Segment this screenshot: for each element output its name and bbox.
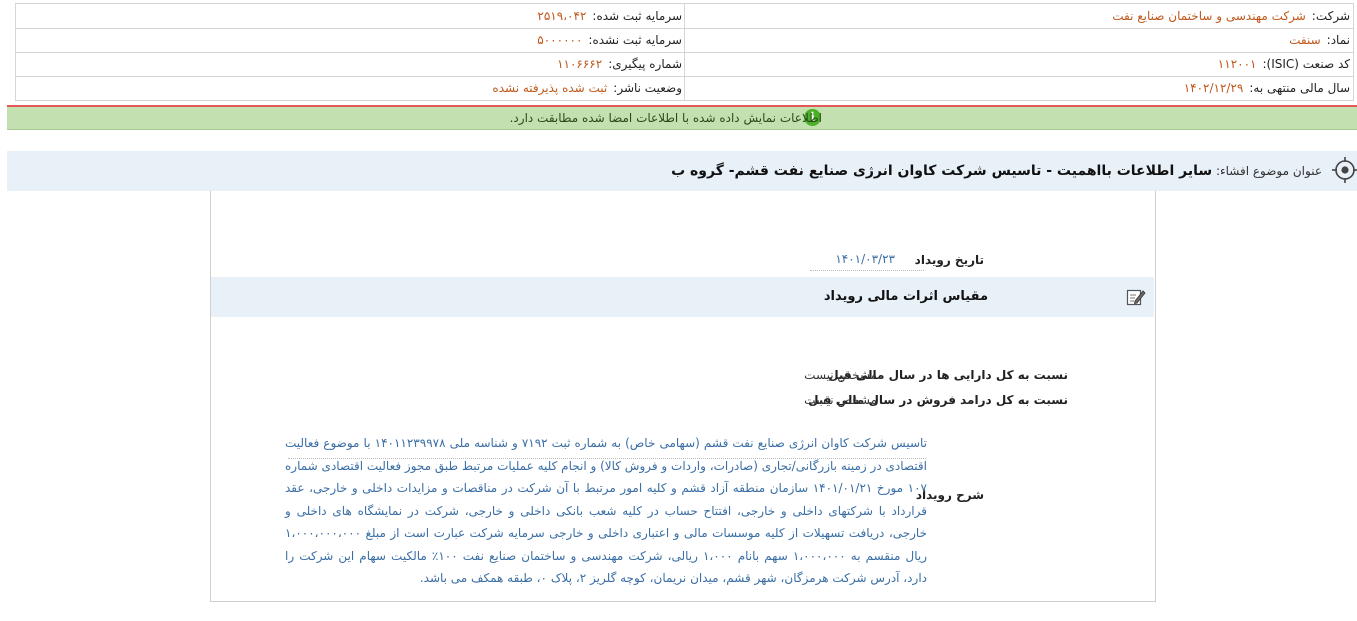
company-row: شرکت: شرکت مهندسی و ساختمان صنایع نفت [1112,4,1350,28]
unregistered-capital-row: سرمایه ثبت نشده: ۵۰۰۰۰۰۰ [537,28,682,52]
registered-capital-label: سرمایه ثبت شده: [592,9,682,23]
fiscal-year-value: ۱۴۰۲/۱۲/۲۹ [1183,81,1244,95]
unregistered-capital-value: ۵۰۰۰۰۰۰ [537,33,583,47]
table-divider [16,76,1353,77]
financial-impact-header: مقیاس اثرات مالی رویداد [211,277,1154,317]
table-divider [16,28,1353,29]
subject-label: عنوان موضوع افشاء: [1215,164,1322,178]
symbol-label: نماد: [1326,33,1350,47]
edit-icon [1126,289,1146,306]
company-value[interactable]: شرکت مهندسی و ساختمان صنایع نفت [1112,9,1306,23]
isic-label: کد صنعت (ISIC): [1262,57,1350,71]
disclosure-subject: عنوان موضوع افشاء: سایر اطلاعات بااهمیت … [671,151,1322,191]
company-label: شرکت: [1311,9,1350,23]
asset-ratio-value: مشخص نیست [804,368,877,382]
target-icon [1332,157,1357,183]
tracking-number-row: شماره پیگیری: ۱۱۰۶۶۶۲ [557,52,682,76]
company-info-table: شرکت: شرکت مهندسی و ساختمان صنایع نفت نما… [15,3,1354,101]
event-description-text: تاسیس شرکت کاوان انرژی صنایع نفت قشم (سه… [285,436,928,585]
fiscal-year-row: سال مالی منتهی به: ۱۴۰۲/۱۲/۲۹ [1184,76,1350,100]
isic-row: کد صنعت (ISIC): ۱۱۲۰۰۱ [1218,52,1350,76]
table-divider [16,52,1353,53]
fiscal-year-label: سال مالی منتهی به: [1249,81,1350,95]
symbol-value[interactable]: سنفت [1289,33,1321,47]
event-date-label: تاریخ رویداد [914,253,984,267]
publisher-status-value: ثبت شده پذیرفته نشده [492,81,608,95]
publisher-status-label: وضعیت ناشر: [613,81,682,95]
subject-title: سایر اطلاعات بااهمیت - تاسیس شرکت کاوان … [671,163,1213,179]
tracking-number-value: ۱۱۰۶۶۶۲ [557,57,603,71]
signature-notice-bar: i اطلاعات نمایش داده شده با اطلاعات امضا… [7,107,1357,130]
symbol-row: نماد: سنفت [1289,28,1350,52]
event-date-value: ۱۴۰۱/۰۳/۲۳ [835,252,895,266]
disclosure-subject-bar: عنوان موضوع افشاء: سایر اطلاعات بااهمیت … [7,151,1357,191]
revenue-ratio-value: مشخص نیست [804,393,877,407]
unregistered-capital-label: سرمایه ثبت نشده: [588,33,682,47]
event-date-underline [810,270,924,271]
financial-impact-title: مقیاس اثرات مالی رویداد [823,289,988,304]
tracking-number-label: شماره پیگیری: [608,57,682,71]
signature-notice-text: اطلاعات نمایش داده شده با اطلاعات امضا ش… [509,111,822,125]
description-underline [288,458,926,459]
publisher-status-row: وضعیت ناشر: ثبت شده پذیرفته نشده [492,76,682,100]
registered-capital-row: سرمایه ثبت شده: ۲۵۱۹،۰۴۲ [537,4,682,28]
isic-value: ۱۱۲۰۰۱ [1217,57,1257,71]
registered-capital-value: ۲۵۱۹،۰۴۲ [537,9,587,23]
